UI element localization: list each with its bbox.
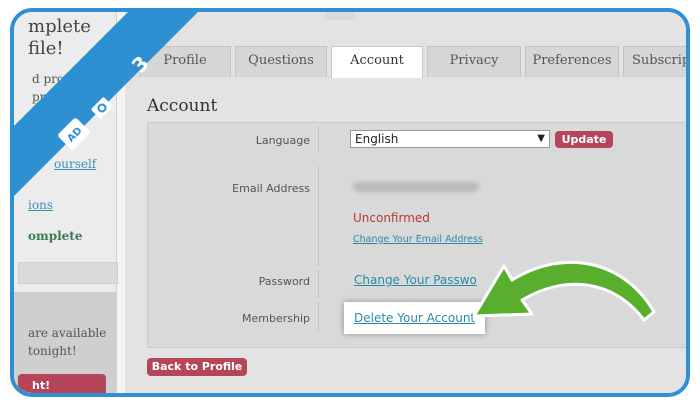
tab-questions[interactable]: Questions: [235, 46, 327, 76]
update-button[interactable]: Update: [555, 131, 613, 148]
password-label: Password: [258, 275, 310, 288]
row-divider: [318, 166, 319, 266]
sidebar-link-describe-yourself[interactable]: ourself: [54, 157, 96, 171]
tab-subscriptions[interactable]: Subscrip: [623, 46, 686, 76]
membership-label: Membership: [242, 312, 310, 325]
change-email-link[interactable]: Change Your Email Address: [353, 234, 483, 245]
tab-preferences[interactable]: Preferences: [525, 46, 619, 76]
promo-line: tonight!: [28, 344, 77, 358]
sidebar-title-line1: mplete: [28, 16, 91, 37]
top-tab-stub: [325, 12, 355, 20]
row-divider: [318, 302, 319, 332]
promo-line: are available: [28, 326, 107, 340]
tab-profile[interactable]: Profile: [139, 46, 231, 76]
tab-bar: Profile Questions Account Privacy Prefer…: [125, 46, 686, 78]
email-label: Email Address: [232, 182, 310, 195]
chevron-down-icon: ▼: [537, 133, 545, 144]
email-status: Unconfirmed: [353, 211, 430, 225]
row-divider: [318, 270, 319, 298]
language-select-value: English: [355, 132, 399, 146]
promo-button[interactable]: ht!: [18, 374, 106, 393]
change-password-link[interactable]: Change Your Passwo: [354, 273, 477, 287]
sidebar-box: [18, 262, 118, 284]
left-sidebar: mplete file! d profile pro he ourself io…: [14, 12, 118, 393]
language-label: Language: [255, 134, 310, 147]
tab-account[interactable]: Account: [331, 46, 423, 78]
main-content: Profile Questions Account Privacy Prefer…: [125, 12, 686, 393]
sidebar-text-line: d profile: [32, 72, 84, 86]
tab-privacy[interactable]: Privacy: [427, 46, 521, 76]
delete-account-link[interactable]: Delete Your Account: [354, 311, 475, 325]
back-to-profile-button[interactable]: Back to Profile: [147, 358, 247, 376]
sidebar-title-line2: file!: [28, 38, 64, 59]
screenshot-frame: mplete file! d profile pro he ourself io…: [10, 8, 690, 397]
page-title: Account: [147, 96, 218, 116]
sidebar-link-questions[interactable]: ions: [28, 198, 53, 212]
email-value-redacted: [353, 182, 479, 192]
language-select[interactable]: English ▼: [350, 130, 550, 148]
row-divider: [318, 126, 319, 152]
sidebar-complete-status: omplete: [28, 229, 83, 243]
sidebar-text-line: he: [32, 108, 47, 122]
sidebar-text-line: pro: [32, 90, 53, 104]
